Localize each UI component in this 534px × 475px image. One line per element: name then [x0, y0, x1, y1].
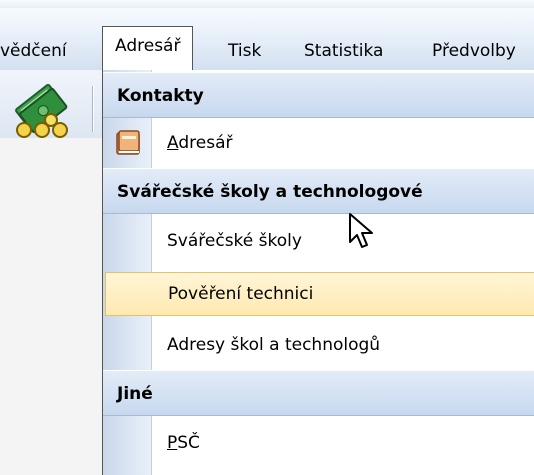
menu-item-label: Adresář	[167, 133, 233, 153]
section-header-svarecske: Svářečské školy a technologové	[103, 168, 534, 214]
section-header-kontakty: Kontakty	[103, 72, 534, 118]
mouse-pointer-icon	[348, 212, 380, 252]
menu-item-adresar[interactable]: Adresář	[103, 118, 534, 168]
menu-item-label: Pověření technici	[168, 284, 314, 304]
menu-predvolby[interactable]: Předvolby	[432, 34, 516, 68]
money-coins-icon[interactable]	[10, 80, 72, 142]
toolbar	[0, 70, 108, 138]
toolbar-separator	[92, 86, 93, 132]
address-book-icon	[113, 128, 143, 158]
menu-statistika[interactable]: Statistika	[304, 34, 383, 68]
menu-item-label: PSČ	[167, 433, 200, 453]
menu-osvedceni[interactable]: vědčení	[0, 34, 67, 68]
menu-item-adresy-skol[interactable]: Adresy škol a technologů	[103, 320, 534, 370]
menu-item-povereni-technici[interactable]: Pověření technici	[105, 272, 534, 316]
menu-bar: vědčení Adresář Tisk Statistika Předvolb…	[0, 8, 534, 78]
window-top-edge	[0, 0, 534, 8]
adresar-dropdown-menu: Kontakty Adresář Svářečské školy a techn…	[102, 70, 534, 475]
menu-item-psc[interactable]: PSČ	[103, 418, 534, 468]
menu-item-label: Adresy škol a technologů	[167, 335, 381, 355]
section-header-jine: Jiné	[103, 370, 534, 416]
menu-item-svarecske-skoly[interactable]: Svářečské školy	[103, 216, 534, 266]
menu-item-label: Svářečské školy	[167, 231, 302, 251]
menu-tisk[interactable]: Tisk	[228, 34, 261, 68]
